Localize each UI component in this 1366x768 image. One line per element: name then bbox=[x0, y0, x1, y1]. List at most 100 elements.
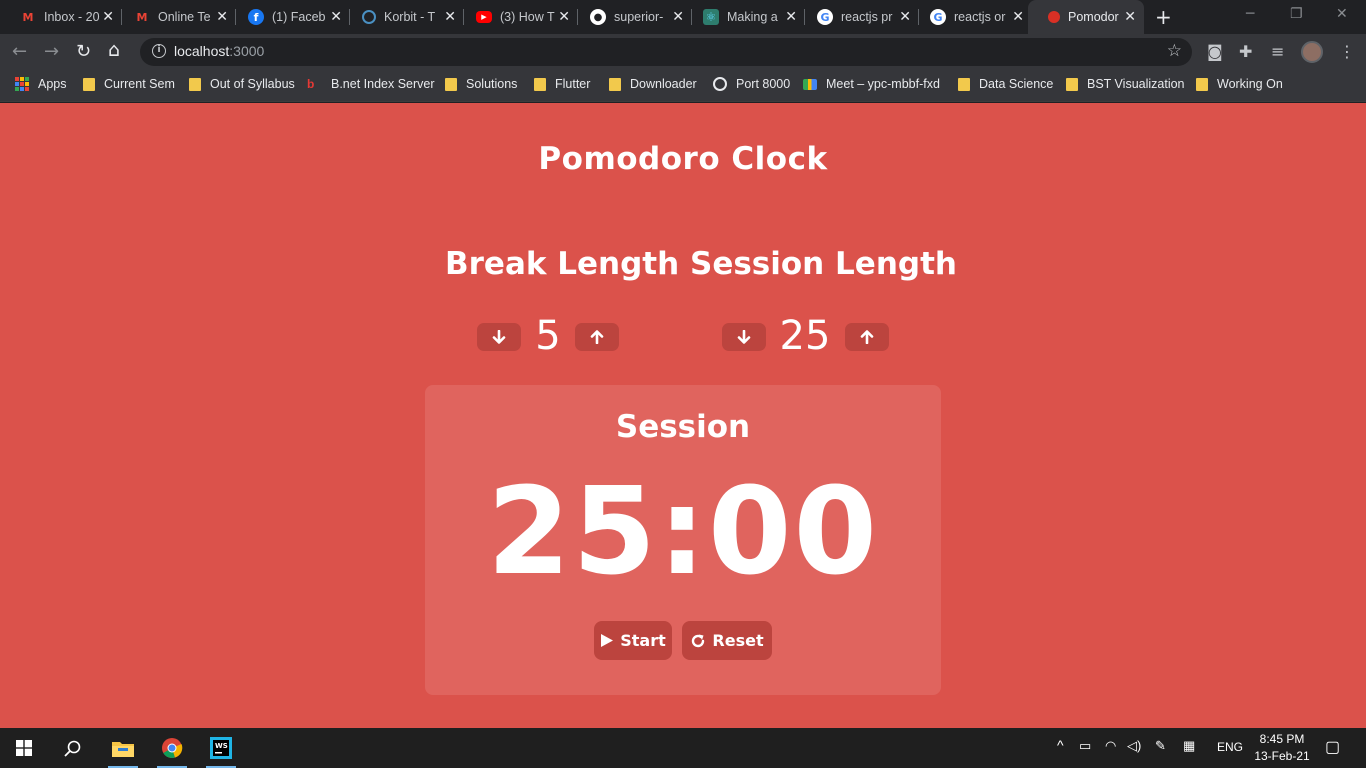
bookmark-bnet-index-server[interactable]: b B.net Index Server bbox=[307, 77, 435, 91]
close-tab-icon[interactable]: ✕ bbox=[558, 9, 570, 25]
webstorm-icon[interactable]: WS bbox=[202, 728, 240, 768]
bookmark-data-science[interactable]: Data Science bbox=[958, 77, 1053, 91]
start-button[interactable]: Start bbox=[594, 621, 672, 660]
bookmarks-bar: Apps Current Sem Out of Syllabus b B.net… bbox=[0, 70, 1366, 102]
folder-icon bbox=[958, 77, 970, 91]
pen-icon[interactable]: ✎ bbox=[1155, 738, 1166, 754]
address-bar[interactable]: i localhost:3000 ☆ bbox=[140, 38, 1192, 66]
windows-start-icon[interactable] bbox=[8, 728, 40, 768]
system-clock[interactable]: 8:45 PM 13-Feb-21 bbox=[1250, 731, 1314, 765]
tomato-icon bbox=[1048, 11, 1060, 23]
forward-arrow-icon[interactable]: → bbox=[44, 41, 59, 62]
windows-taskbar: WS ^ ▭ ◠ ◁) ✎ ▦ ENG 8:45 PM 13-Feb-21 ▢ bbox=[0, 728, 1366, 768]
battery-icon[interactable]: ▭ bbox=[1079, 738, 1091, 754]
folder-icon bbox=[1066, 77, 1078, 91]
volume-icon[interactable]: ◁) bbox=[1127, 738, 1141, 754]
google-icon: G bbox=[930, 9, 946, 25]
menu-kebab-icon[interactable]: ⋮ bbox=[1339, 42, 1355, 61]
keyboard-icon[interactable]: ▦ bbox=[1183, 738, 1195, 754]
timer-display: 25:00 bbox=[487, 463, 879, 602]
bnet-icon: b bbox=[307, 77, 315, 91]
reset-button[interactable]: Reset bbox=[682, 621, 772, 660]
globe-icon bbox=[713, 77, 727, 91]
session-length-label: Session Length bbox=[690, 246, 957, 282]
close-tab-icon[interactable]: ✕ bbox=[102, 9, 114, 25]
gmail-icon: M bbox=[22, 10, 34, 24]
gmail-icon: M bbox=[136, 10, 148, 24]
bookmark-working-on[interactable]: Working On bbox=[1196, 77, 1283, 91]
folder-icon bbox=[189, 77, 201, 91]
close-tab-icon[interactable]: ✕ bbox=[1012, 9, 1024, 25]
search-icon[interactable] bbox=[56, 728, 88, 768]
session-increment-button[interactable] bbox=[845, 323, 889, 351]
break-increment-button[interactable] bbox=[575, 323, 619, 351]
bookmark-bst-visualization[interactable]: BST Visualization bbox=[1066, 77, 1185, 91]
bookmark-downloader[interactable]: Downloader bbox=[609, 77, 697, 91]
break-length-label: Break Length bbox=[445, 246, 680, 282]
language-indicator[interactable]: ENG bbox=[1217, 740, 1243, 754]
browser-tab-reactjs-or[interactable]: G reactjs or ✕ bbox=[910, 0, 1032, 34]
bookmark-flutter[interactable]: Flutter bbox=[534, 77, 590, 91]
media-queue-icon[interactable]: ≡ bbox=[1271, 42, 1284, 61]
close-tab-icon[interactable]: ✕ bbox=[785, 9, 797, 25]
bookmark-apps[interactable]: Apps bbox=[15, 77, 67, 91]
close-window-icon[interactable]: ✕ bbox=[1336, 6, 1348, 22]
browser-tab-korbit[interactable]: Korbit - T ✕ bbox=[342, 0, 464, 34]
youtube-icon: ▶ bbox=[476, 11, 492, 23]
browser-tab-making-a[interactable]: ⚛ Making a ✕ bbox=[683, 0, 805, 34]
site-info-icon[interactable]: i bbox=[152, 44, 166, 58]
address-url[interactable]: localhost:3000 bbox=[174, 43, 264, 59]
reset-icon bbox=[692, 634, 705, 647]
session-length-value: 25 bbox=[779, 313, 831, 359]
browser-tab-strip: M Inbox - 20 ✕ M Online Te ✕ f (1) Faceb… bbox=[0, 0, 1366, 34]
browser-tab-github[interactable]: ● superior- ✕ bbox=[570, 0, 692, 34]
bookmark-port-8000[interactable]: Port 8000 bbox=[713, 77, 790, 91]
browser-tab-pomodoro[interactable]: Pomodor ✕ bbox=[1028, 0, 1144, 34]
chevron-up-icon[interactable]: ^ bbox=[1057, 737, 1064, 753]
file-explorer-icon[interactable] bbox=[104, 728, 142, 768]
extensions-puzzle-icon[interactable]: ✚ bbox=[1239, 42, 1252, 61]
timer-panel: Session 25:00 Start Reset bbox=[425, 385, 941, 695]
browser-tab-inbox[interactable]: M Inbox - 20 ✕ bbox=[0, 0, 122, 34]
session-decrement-button[interactable] bbox=[722, 323, 766, 351]
break-decrement-button[interactable] bbox=[477, 323, 521, 351]
arrow-down-icon bbox=[492, 330, 506, 344]
restore-icon[interactable]: ❐ bbox=[1290, 6, 1303, 22]
folder-icon bbox=[83, 77, 95, 91]
break-length-value: 5 bbox=[535, 313, 561, 359]
close-tab-icon[interactable]: ✕ bbox=[1124, 9, 1136, 25]
wifi-icon[interactable]: ◠ bbox=[1105, 738, 1116, 754]
timer-label: Session bbox=[615, 409, 751, 445]
minimize-icon[interactable]: ─ bbox=[1246, 6, 1254, 22]
chrome-icon[interactable] bbox=[153, 728, 191, 768]
bookmark-out-of-syllabus[interactable]: Out of Syllabus bbox=[189, 77, 295, 91]
bookmark-solutions[interactable]: Solutions bbox=[445, 77, 517, 91]
browser-tab-facebook[interactable]: f (1) Faceb ✕ bbox=[228, 0, 350, 34]
github-icon: ● bbox=[590, 9, 606, 25]
facebook-icon: f bbox=[248, 9, 264, 25]
google-icon: G bbox=[817, 9, 833, 25]
close-tab-icon[interactable]: ✕ bbox=[444, 9, 456, 25]
react-icon: ⚛ bbox=[703, 9, 719, 25]
browser-tab-youtube[interactable]: ▶ (3) How T ✕ bbox=[456, 0, 578, 34]
apps-grid-icon bbox=[15, 77, 29, 91]
folder-icon bbox=[534, 77, 546, 91]
home-icon[interactable]: ⌂ bbox=[108, 39, 120, 61]
camera-icon[interactable]: ◙ bbox=[1207, 42, 1223, 61]
close-tab-icon[interactable]: ✕ bbox=[330, 9, 342, 25]
play-icon bbox=[601, 634, 614, 647]
bookmark-meet[interactable]: Meet – ypc-mbbf-fxd bbox=[803, 77, 940, 91]
avatar[interactable] bbox=[1301, 41, 1323, 63]
back-arrow-icon[interactable]: ← bbox=[12, 41, 27, 62]
notifications-icon[interactable]: ▢ bbox=[1325, 737, 1340, 757]
arrow-up-icon bbox=[860, 330, 874, 344]
bookmark-current-sem[interactable]: Current Sem bbox=[83, 77, 175, 91]
browser-tab-reactjs-pr[interactable]: G reactjs pr ✕ bbox=[797, 0, 919, 34]
new-tab-icon[interactable]: + bbox=[1155, 5, 1172, 29]
svg-text:WS: WS bbox=[215, 742, 228, 750]
bookmark-star-icon[interactable]: ☆ bbox=[1167, 41, 1182, 61]
close-tab-icon[interactable]: ✕ bbox=[216, 9, 228, 25]
reload-icon[interactable]: ↻ bbox=[76, 41, 91, 62]
browser-tab-online-test[interactable]: M Online Te ✕ bbox=[114, 0, 236, 34]
arrow-up-icon bbox=[590, 330, 604, 344]
